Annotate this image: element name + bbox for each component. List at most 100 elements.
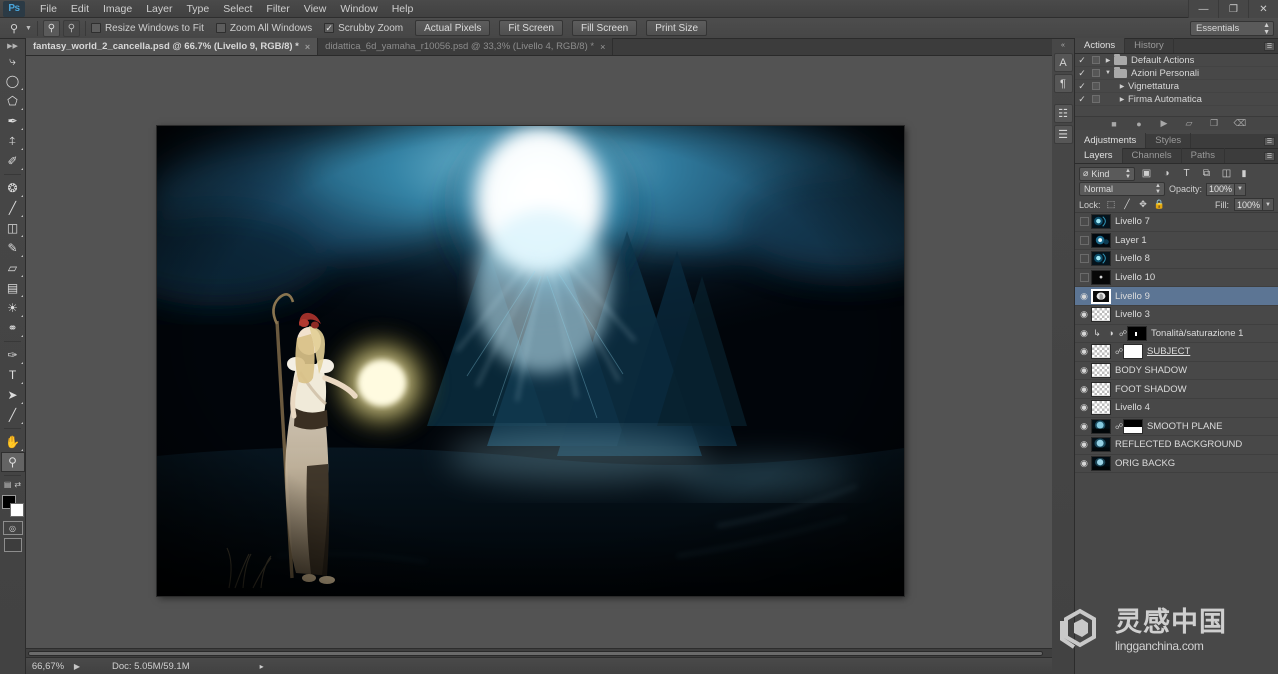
spot-healing-brush-tool[interactable]: ❂ [1, 178, 25, 198]
menu-layer[interactable]: Layer [139, 1, 179, 17]
tab-layers[interactable]: Layers [1075, 148, 1123, 163]
visibility-toggle[interactable]: ◉ [1077, 309, 1091, 320]
visibility-toggle[interactable] [1077, 271, 1091, 285]
layer-mask-thumbnail[interactable] [1123, 344, 1143, 360]
delete-action-button[interactable]: ⌫ [1234, 118, 1247, 129]
crop-tool[interactable]: ⍏ [1, 131, 25, 151]
layer-row[interactable]: ◉ ☍ SUBJECT [1075, 343, 1278, 362]
filter-shape-icon[interactable]: ⧉ [1198, 167, 1215, 181]
layer-thumbnail[interactable] [1091, 437, 1111, 453]
menu-select[interactable]: Select [216, 1, 259, 17]
layer-row[interactable]: ◉ ☍ SMOOTH PLANE [1075, 418, 1278, 437]
panel-menu-icon[interactable]: ☰ [1264, 152, 1275, 161]
screen-mode-icon[interactable] [3, 538, 22, 552]
menu-file[interactable]: File [33, 1, 64, 17]
begin-recording-button[interactable]: ● [1134, 119, 1145, 129]
canvas-area[interactable] [26, 56, 1052, 657]
tab-actions[interactable]: Actions [1075, 38, 1126, 53]
menu-image[interactable]: Image [96, 1, 139, 17]
layer-thumbnail[interactable] [1091, 381, 1111, 397]
swap-colors-icon[interactable]: ⇄ [14, 480, 21, 489]
character-panel-icon[interactable]: A [1053, 53, 1073, 72]
document-tab-fantasy-world[interactable]: fantasy_world_2_cancella.psd @ 66.7% (Li… [26, 38, 319, 55]
opacity-value[interactable]: 100% [1206, 182, 1236, 196]
layer-row[interactable]: ◉ ORIG BACKG [1075, 455, 1278, 474]
visibility-toggle[interactable]: ◉ [1077, 346, 1091, 357]
status-menu-icon[interactable]: ▸ [260, 662, 264, 671]
layer-thumbnail[interactable] [1091, 251, 1111, 267]
layer-row[interactable]: ◉ Livello 4 [1075, 399, 1278, 418]
layer-row[interactable]: ◉ Livello 9 [1075, 287, 1278, 306]
layer-thumbnail[interactable] [1091, 400, 1111, 416]
action-row-vignettatura[interactable]: ✓ ▶ Vignettatura [1075, 80, 1278, 93]
lock-image-pixels-icon[interactable]: ╱ [1122, 199, 1133, 210]
layer-row[interactable]: ◉ REFLECTED BACKGROUND [1075, 436, 1278, 455]
blend-mode-select[interactable]: Normal ▲ ▼ [1079, 182, 1165, 196]
layer-row[interactable]: Layer 1 [1075, 232, 1278, 251]
layer-thumbnail[interactable] [1091, 270, 1111, 286]
dodge-tool[interactable]: ⚭ [1, 318, 25, 338]
zoom-all-windows-checkbox[interactable]: Zoom All Windows [215, 23, 312, 34]
visibility-toggle[interactable]: ◉ [1077, 365, 1091, 376]
visibility-toggle[interactable]: ◉ [1077, 458, 1091, 469]
fill-value[interactable]: 100% [1234, 198, 1263, 211]
layer-thumbnail[interactable] [1091, 344, 1111, 360]
hue-saturation-adjustment-icon[interactable]: ◑ [1105, 326, 1117, 340]
visibility-toggle[interactable]: ◉ [1077, 439, 1091, 450]
filter-type-icon[interactable]: T [1178, 167, 1195, 181]
expand-panels-icon[interactable]: « [1052, 41, 1074, 51]
link-mask-icon[interactable]: ☍ [1119, 329, 1127, 338]
layer-thumbnail[interactable] [1091, 307, 1111, 323]
tab-history[interactable]: History [1125, 38, 1174, 53]
layer-comps-panel-icon[interactable]: ☷ [1053, 104, 1073, 123]
check-icon[interactable]: ✓ [1075, 81, 1089, 92]
fill-stepper-icon[interactable]: ▼ [1263, 198, 1274, 211]
layer-thumbnail[interactable] [1091, 418, 1111, 434]
filter-kind-select[interactable]: ⌀ Kind ▲ ▼ [1079, 166, 1135, 181]
menu-edit[interactable]: Edit [64, 1, 96, 17]
hand-tool[interactable]: ✋ [1, 432, 25, 452]
pen-tool[interactable]: ✑ [1, 345, 25, 365]
move-tool[interactable]: ⤷ [1, 51, 25, 71]
check-icon[interactable]: ✓ [1075, 68, 1089, 79]
close-button[interactable]: ✕ [1248, 0, 1278, 18]
minimize-button[interactable]: — [1188, 0, 1218, 18]
visibility-toggle[interactable]: ◉ [1077, 291, 1091, 302]
document-tab-didattica[interactable]: didattica_6d_yamaha_r10056.psd @ 33,3% (… [318, 38, 614, 55]
check-icon[interactable]: ✓ [1075, 94, 1089, 105]
toggle-dialog-box[interactable] [1089, 82, 1102, 90]
menu-filter[interactable]: Filter [259, 1, 296, 17]
lasso-tool[interactable]: ⬠ [1, 91, 25, 111]
create-new-action-button[interactable]: ❐ [1209, 118, 1220, 129]
elliptical-marquee-tool[interactable]: ◯ [1, 71, 25, 91]
default-colors-icon[interactable]: ▤ [4, 480, 12, 489]
close-icon[interactable]: × [305, 42, 310, 52]
filter-adjustment-icon[interactable]: ◑ [1158, 167, 1175, 181]
chevron-down-icon[interactable]: ▼ [1102, 70, 1114, 76]
layer-row[interactable]: Livello 8 [1075, 250, 1278, 269]
opacity-stepper-icon[interactable]: ▼ [1235, 182, 1247, 196]
quick-selection-tool[interactable]: ✒ [1, 111, 25, 131]
lock-all-icon[interactable]: 🔒 [1154, 199, 1165, 210]
toggle-dialog-box[interactable] [1089, 56, 1102, 64]
toggle-dialog-box[interactable] [1089, 95, 1102, 103]
layer-row[interactable]: Livello 10 [1075, 269, 1278, 288]
collapse-tools-icon[interactable]: ▶▶ [0, 42, 25, 51]
tab-adjustments[interactable]: Adjustments [1075, 133, 1147, 148]
fit-screen-button[interactable]: Fit Screen [499, 20, 563, 36]
visibility-toggle[interactable] [1077, 215, 1091, 229]
gradient-tool[interactable]: ▤ [1, 278, 25, 298]
layer-mask-thumbnail[interactable] [1127, 325, 1147, 341]
menu-view[interactable]: View [297, 1, 334, 17]
filter-enable-toggle[interactable]: ▮ [1238, 167, 1250, 181]
layer-thumbnail[interactable] [1091, 288, 1111, 304]
background-color-swatch[interactable] [9, 503, 24, 517]
horizontal-type-tool[interactable]: T [1, 365, 25, 385]
layer-row[interactable]: ◉ FOOT SHADOW [1075, 380, 1278, 399]
filter-pixel-icon[interactable]: ▣ [1138, 167, 1155, 181]
visibility-toggle[interactable]: ◉ [1077, 402, 1091, 413]
clone-stamp-tool[interactable]: ◫ [1, 218, 25, 238]
path-selection-tool[interactable]: ➤ [1, 385, 25, 405]
eraser-tool[interactable]: ▱ [1, 258, 25, 278]
close-icon[interactable]: × [600, 42, 605, 52]
